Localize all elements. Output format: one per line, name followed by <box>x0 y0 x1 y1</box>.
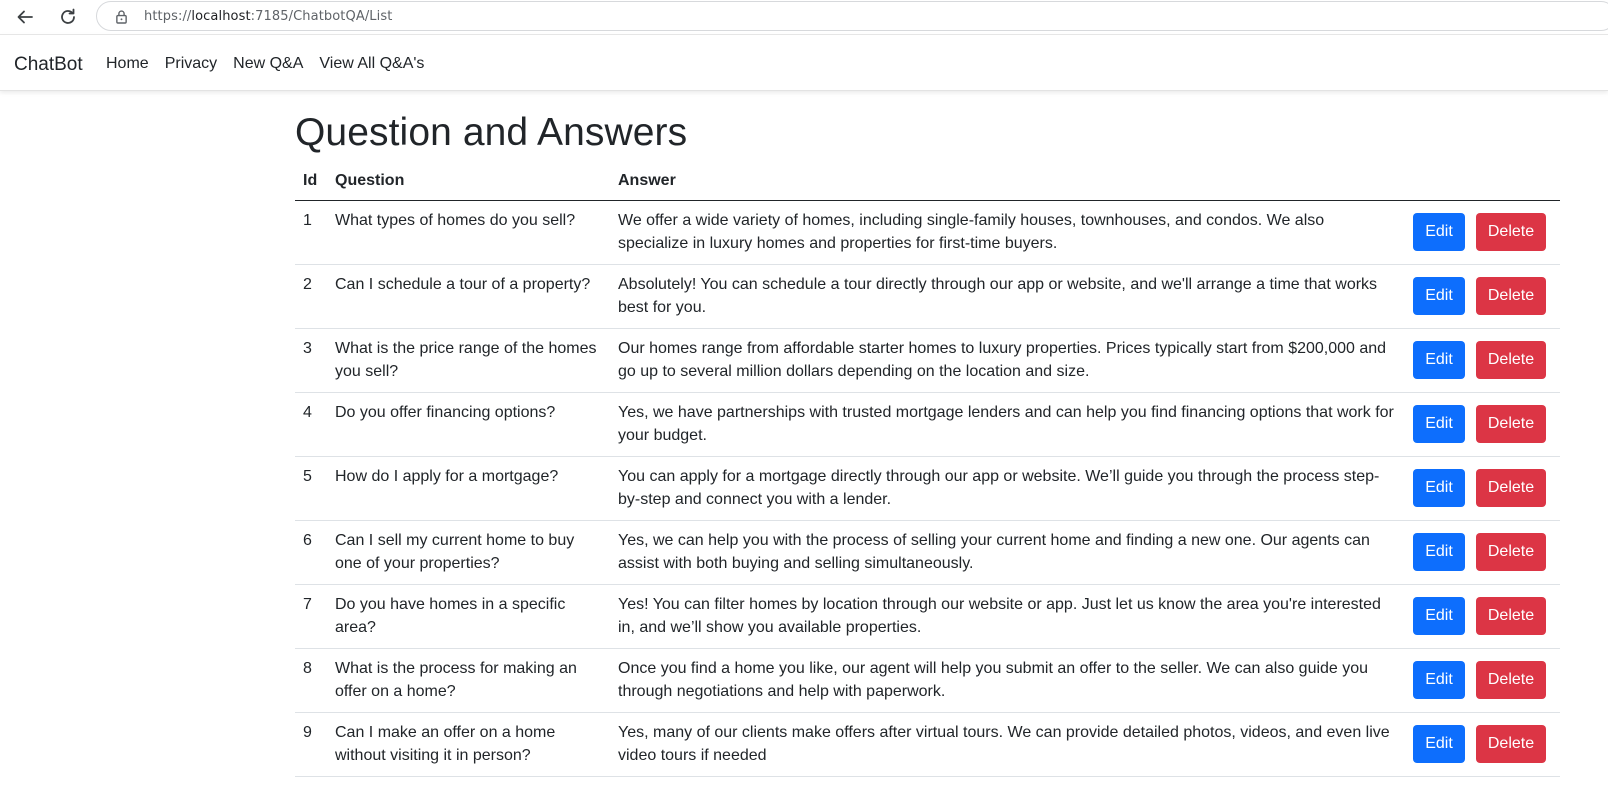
cell-answer: Yes! You can filter homes by location th… <box>610 584 1405 649</box>
table-row: 4 Do you offer financing options? Yes, we … <box>295 392 1560 457</box>
delete-button[interactable]: Delete <box>1476 725 1546 763</box>
column-header-actions <box>1405 163 1560 200</box>
table-row: 5 How do I apply for a mortgage? You can a… <box>295 456 1560 521</box>
delete-button[interactable]: Delete <box>1476 277 1546 315</box>
reload-icon <box>61 8 75 24</box>
table-row: 2 Can I schedule a tour of a property? Abs… <box>295 264 1560 329</box>
cell-id: 3 <box>295 328 327 393</box>
cell-actions: Edit Delete <box>1405 392 1560 457</box>
delete-button[interactable]: Delete <box>1476 661 1546 699</box>
page-title: Question and Answers <box>295 111 688 154</box>
cell-id: 2 <box>295 264 327 329</box>
cell-question: Do you have homes in a specific area? <box>327 584 610 649</box>
cell-id: 8 <box>295 648 327 713</box>
edit-button[interactable]: Edit <box>1413 277 1465 315</box>
cell-id: 6 <box>295 520 327 585</box>
cell-question: How do I apply for a mortgage? <box>327 456 610 521</box>
table-row: 8 What is the process for making an offer… <box>295 648 1560 713</box>
cell-question: Can I schedule a tour of a property? <box>327 264 610 329</box>
table-row: 9 Can I make an offer on a home without v… <box>295 712 1560 777</box>
table-row: 3 What is the price range of the homes yo… <box>295 328 1560 393</box>
cell-id: 7 <box>295 584 327 649</box>
cell-answer: Yes, we can help you with the process of… <box>610 520 1405 585</box>
cell-actions: Edit Delete <box>1405 520 1560 585</box>
edit-button[interactable]: Edit <box>1413 341 1465 379</box>
delete-button[interactable]: Delete <box>1476 405 1546 443</box>
table-row: 1 What types of homes do you sell? We offe… <box>295 200 1560 265</box>
delete-button[interactable]: Delete <box>1476 597 1546 635</box>
delete-button[interactable]: Delete <box>1476 469 1546 507</box>
cell-answer: Absolutely! You can schedule a tour dire… <box>610 264 1405 329</box>
cell-actions: Edit Delete <box>1405 648 1560 713</box>
cell-id: 9 <box>295 712 327 777</box>
nav-link-home[interactable]: Home <box>106 55 149 73</box>
cell-answer: Yes, many of our clients make offers aft… <box>610 712 1405 777</box>
reload-button[interactable] <box>53 2 83 32</box>
column-header-id: Id <box>303 172 318 190</box>
cell-question: Can I sell my current home to buy one of… <box>327 520 610 585</box>
cell-answer: Yes, we have partnerships with trusted m… <box>610 392 1405 457</box>
cell-actions: Edit Delete <box>1405 200 1560 265</box>
cell-answer: Our homes range from affordable starter … <box>610 328 1405 393</box>
column-header-answer: Answer <box>618 172 676 190</box>
cell-actions: Edit Delete <box>1405 584 1560 649</box>
browser-toolbar: https://localhost:7185/ChatbotQA/List <box>0 0 1608 33</box>
nav-link-privacy[interactable]: Privacy <box>165 55 217 73</box>
table-row: 6 Can I sell my current home to buy one o… <box>295 520 1560 585</box>
cell-actions: Edit Delete <box>1405 264 1560 329</box>
brand-link[interactable]: ChatBot <box>14 54 83 76</box>
edit-button[interactable]: Edit <box>1413 213 1465 251</box>
address-bar[interactable]: https://localhost:7185/ChatbotQA/List <box>96 1 1608 31</box>
app-navbar: ChatBot Home Privacy New Q&A View All Q&… <box>0 34 1608 91</box>
edit-button[interactable]: Edit <box>1413 405 1465 443</box>
edit-button[interactable]: Edit <box>1413 661 1465 699</box>
cell-question: What is the process for making an offer … <box>327 648 610 713</box>
cell-answer: We offer a wide variety of homes, includ… <box>610 200 1405 265</box>
table-body: 1 What types of homes do you sell? We offe… <box>295 200 1560 777</box>
nav-links: Home Privacy New Q&A View All Q&A's <box>106 55 440 73</box>
column-header-question: Question <box>335 172 405 190</box>
delete-button[interactable]: Delete <box>1476 213 1546 251</box>
edit-button[interactable]: Edit <box>1413 533 1465 571</box>
cell-question: Can I make an offer on a home without vi… <box>327 712 610 777</box>
edit-button[interactable]: Edit <box>1413 597 1465 635</box>
delete-button[interactable]: Delete <box>1476 341 1546 379</box>
cell-question: What is the price range of the homes you… <box>327 328 610 393</box>
cell-id: 4 <box>295 392 327 457</box>
delete-button[interactable]: Delete <box>1476 533 1546 571</box>
cell-id: 5 <box>295 456 327 521</box>
cell-answer: You can apply for a mortgage directly th… <box>610 456 1405 521</box>
cell-question: Do you offer financing options? <box>327 392 610 457</box>
table-header: Id Question Answer <box>295 163 1560 200</box>
cell-actions: Edit Delete <box>1405 712 1560 777</box>
cell-actions: Edit Delete <box>1405 328 1560 393</box>
arrow-left-icon <box>17 10 33 24</box>
lock-icon[interactable] <box>115 8 129 24</box>
url-text: https://localhost:7185/ChatbotQA/List <box>144 8 393 24</box>
cell-actions: Edit Delete <box>1405 456 1560 521</box>
nav-link-view-all-qa[interactable]: View All Q&A's <box>319 55 424 73</box>
back-button[interactable] <box>10 2 40 32</box>
cell-answer: Once you find a home you like, our agent… <box>610 648 1405 713</box>
edit-button[interactable]: Edit <box>1413 469 1465 507</box>
edit-button[interactable]: Edit <box>1413 725 1465 763</box>
cell-question: What types of homes do you sell? <box>327 200 610 265</box>
qa-table: Id Question Answer 1 What types of homes … <box>295 163 1560 777</box>
nav-link-new-qa[interactable]: New Q&A <box>233 55 303 73</box>
cell-id: 1 <box>295 200 327 265</box>
table-row: 7 Do you have homes in a specific area? Ye… <box>295 584 1560 649</box>
